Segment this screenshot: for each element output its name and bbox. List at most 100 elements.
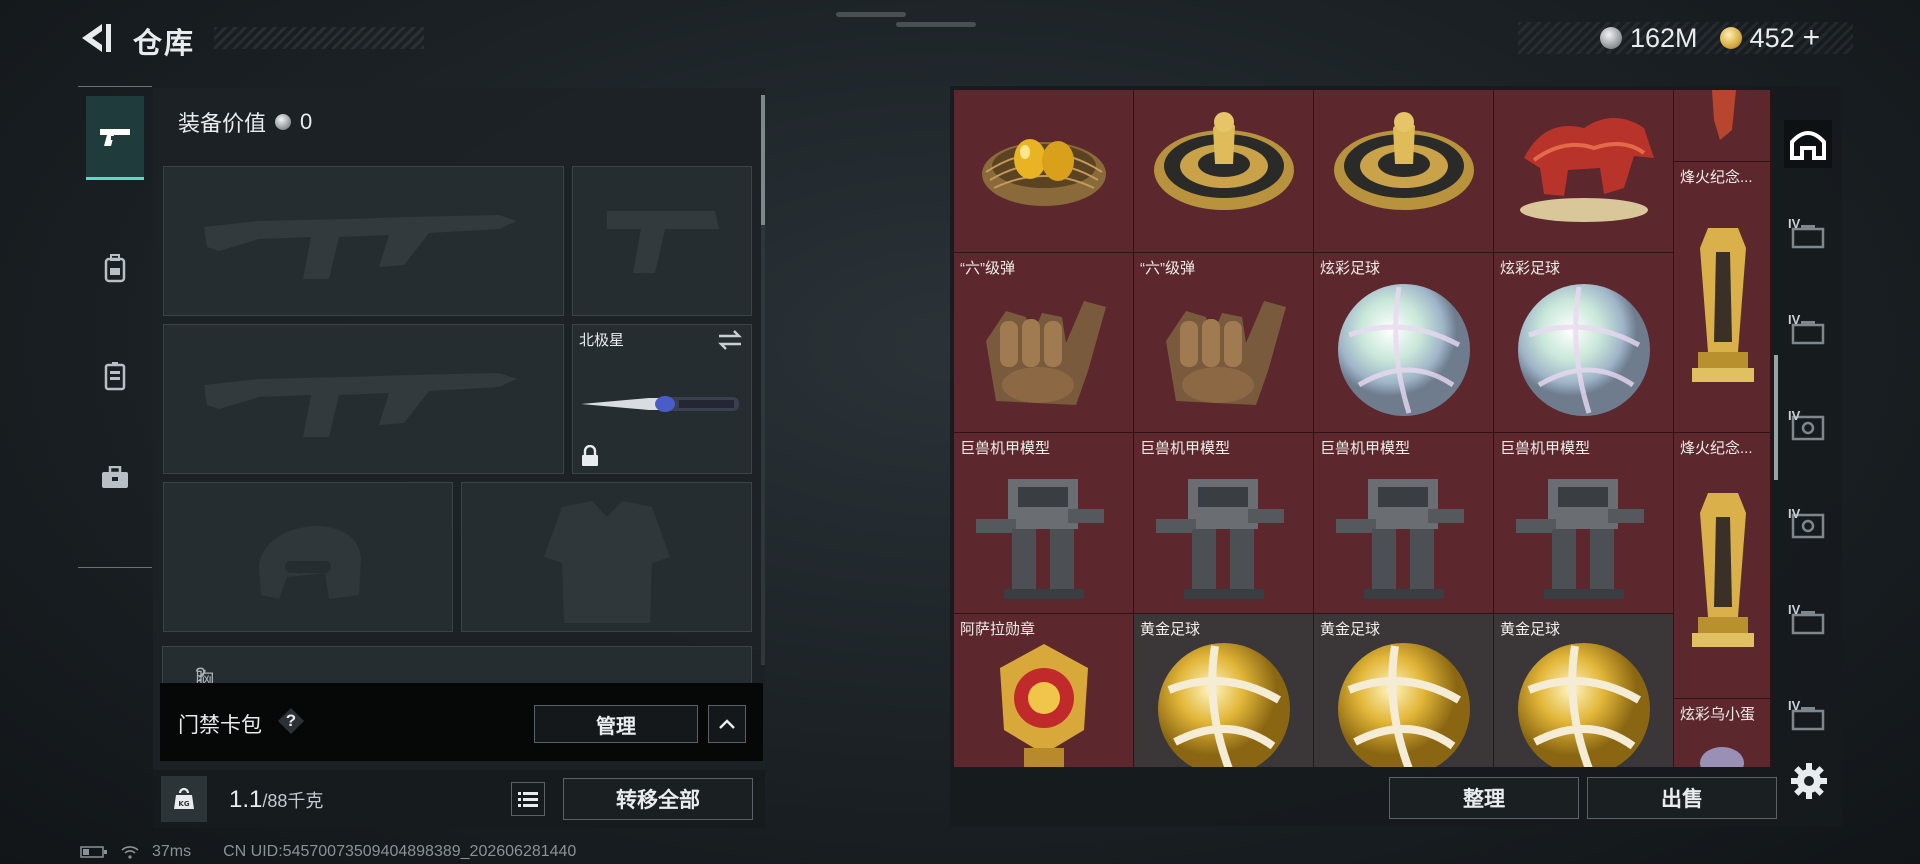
helmet-silhouette-icon bbox=[259, 526, 361, 599]
iridescent-ball-icon bbox=[1338, 284, 1470, 416]
horse-compass-icon bbox=[1154, 112, 1294, 210]
stash-item-cell[interactable]: 烽火纪念... bbox=[1674, 433, 1771, 699]
item-name: 炫彩乌小蛋 bbox=[1680, 706, 1756, 723]
item-name: 炫彩足球 bbox=[1320, 260, 1381, 277]
stash-item-cell[interactable]: 阿萨拉勋章 bbox=[954, 614, 1134, 767]
equipment-value-amount: 0 bbox=[300, 109, 313, 134]
medal-icon bbox=[1000, 644, 1088, 767]
loadout-scrollbar-thumb[interactable] bbox=[761, 95, 765, 225]
top-bar: 仓库 162M 452 + bbox=[0, 0, 1920, 78]
stash-item-cell[interactable]: 炫彩乌小蛋 bbox=[1674, 699, 1771, 767]
melee-slot[interactable]: 北极星 bbox=[572, 324, 752, 474]
pistol-icon bbox=[100, 128, 130, 146]
tab-level: IV bbox=[1788, 312, 1801, 327]
golden-ball-icon bbox=[1338, 643, 1470, 767]
back-button[interactable] bbox=[76, 18, 116, 58]
helmet-slot[interactable] bbox=[163, 482, 453, 632]
stash-item-cell[interactable] bbox=[1314, 90, 1494, 253]
stash-item-cell[interactable]: 黄金足球 bbox=[1134, 614, 1314, 767]
stash-tab-4a[interactable]: IV bbox=[1784, 212, 1832, 260]
svg-text:KG: KG bbox=[178, 800, 189, 808]
stash-item-cell[interactable]: 黄金足球 bbox=[1494, 614, 1674, 767]
stash-item-cell[interactable]: 黄金足球 bbox=[1314, 614, 1494, 767]
stash-item-cell[interactable]: 炫彩足球 bbox=[1314, 253, 1494, 433]
golden-ball-icon bbox=[1518, 643, 1650, 767]
stash-item-cell[interactable] bbox=[1674, 90, 1771, 162]
stash-tab-4f[interactable]: IV bbox=[1784, 694, 1832, 742]
left-category-nav bbox=[78, 86, 152, 568]
item-name: 烽火纪念... bbox=[1680, 440, 1753, 457]
stash-item-cell[interactable]: 巨兽机甲模型 bbox=[1314, 433, 1494, 614]
nav-item-vest[interactable] bbox=[86, 340, 144, 412]
item-name: 巨兽机甲模型 bbox=[1320, 440, 1411, 457]
tidy-button[interactable]: 整理 bbox=[1389, 777, 1579, 819]
mech-model-icon bbox=[1156, 479, 1284, 599]
chevron-up-icon bbox=[719, 719, 735, 729]
backpack-icon bbox=[104, 254, 126, 283]
nav-item-backpack[interactable] bbox=[86, 232, 144, 304]
ping-value: 37ms bbox=[152, 843, 192, 860]
stash-item-cell[interactable]: 巨兽机甲模型 bbox=[954, 433, 1134, 614]
stash-tab-4b[interactable]: IV bbox=[1784, 308, 1832, 356]
pistol-slot[interactable] bbox=[572, 166, 752, 316]
item-name: 黄金足球 bbox=[1500, 621, 1561, 638]
item-name: 巨兽机甲模型 bbox=[960, 440, 1051, 457]
bullet-hand-icon bbox=[1166, 301, 1286, 405]
primary-weapon-slot-2[interactable] bbox=[163, 324, 564, 474]
help-icon[interactable]: ? bbox=[278, 708, 304, 734]
item-name: 黄金足球 bbox=[1140, 621, 1201, 638]
stash-item-cell[interactable]: 巨兽机甲模型 bbox=[1134, 433, 1314, 614]
settings-button[interactable] bbox=[1790, 762, 1828, 800]
stash-grid: “六”级弹 “六”级弹 炫彩足球 炫彩足球 巨兽机甲模型 巨兽机甲模型 巨兽机甲… bbox=[954, 90, 1771, 767]
item-name: 阿萨拉勋章 bbox=[960, 621, 1036, 638]
stash-item-cell[interactable] bbox=[1494, 90, 1674, 253]
stash-item-cell[interactable]: “六”级弹 bbox=[954, 253, 1134, 433]
stash-item-cell[interactable]: 烽火纪念... bbox=[1674, 162, 1771, 433]
stash-item-cell[interactable]: “六”级弹 bbox=[1134, 253, 1314, 433]
sell-button[interactable]: 出售 bbox=[1587, 777, 1777, 819]
stash-tab-4e[interactable]: IV bbox=[1784, 598, 1832, 646]
stash-item-cell[interactable] bbox=[1134, 90, 1314, 253]
silver-coin-icon bbox=[275, 114, 292, 130]
primary-weapon-slot-1[interactable] bbox=[163, 166, 564, 316]
list-view-button[interactable] bbox=[511, 782, 545, 816]
stash-item-cell[interactable]: 炫彩足球 bbox=[1494, 253, 1674, 433]
title-decoration bbox=[214, 27, 424, 49]
carry-weight: 1.1/88千克 bbox=[229, 786, 323, 814]
stash-home-tab[interactable] bbox=[1784, 120, 1832, 168]
tab-level: IV bbox=[1788, 216, 1801, 231]
swap-icon[interactable] bbox=[717, 329, 743, 351]
golden-eggs-nest-icon bbox=[982, 139, 1106, 206]
silver-coin-icon bbox=[1600, 27, 1622, 49]
stash-item-cell[interactable] bbox=[954, 90, 1134, 253]
silver-amount: 162M bbox=[1630, 22, 1698, 53]
keycard-wallet-label: 门禁卡包 bbox=[178, 714, 262, 737]
tab-level: IV bbox=[1788, 698, 1801, 713]
nav-divider bbox=[78, 567, 152, 568]
currency-bar: 162M 452 + bbox=[1518, 21, 1853, 55]
mech-model-icon bbox=[976, 479, 1104, 599]
collapse-button[interactable] bbox=[708, 705, 746, 743]
mech-model-icon bbox=[1516, 479, 1644, 599]
iridescent-ball-icon bbox=[1518, 284, 1650, 416]
manage-button[interactable]: 管理 bbox=[534, 705, 698, 743]
tab-level: IV bbox=[1788, 602, 1801, 617]
gold-currency[interactable]: 452 + bbox=[1719, 21, 1821, 55]
stash-item-cell[interactable]: 巨兽机甲模型 bbox=[1494, 433, 1674, 614]
colorful-egg-icon bbox=[1700, 747, 1744, 767]
stash-tab-4d[interactable]: IV bbox=[1784, 502, 1832, 550]
armor-slot[interactable] bbox=[461, 482, 752, 632]
chest-rig-slot[interactable]: 胸挂 ? bbox=[162, 646, 752, 684]
nav-item-toolbox[interactable] bbox=[86, 442, 144, 514]
vest-icon bbox=[104, 362, 126, 391]
loadout-scrollbar[interactable] bbox=[761, 95, 765, 665]
transfer-all-button[interactable]: 转移全部 bbox=[563, 778, 753, 820]
nav-item-weapon[interactable] bbox=[86, 96, 144, 180]
list-icon bbox=[518, 792, 538, 807]
weight-icon: KG bbox=[161, 776, 207, 822]
rifle-silhouette-icon bbox=[204, 215, 517, 279]
keycard-wallet-bar: 门禁卡包 ? 管理 bbox=[160, 683, 763, 761]
stash-tab-4c[interactable]: IV bbox=[1784, 404, 1832, 452]
add-currency-button[interactable]: + bbox=[1803, 21, 1821, 55]
gold-amount: 452 bbox=[1749, 22, 1795, 53]
